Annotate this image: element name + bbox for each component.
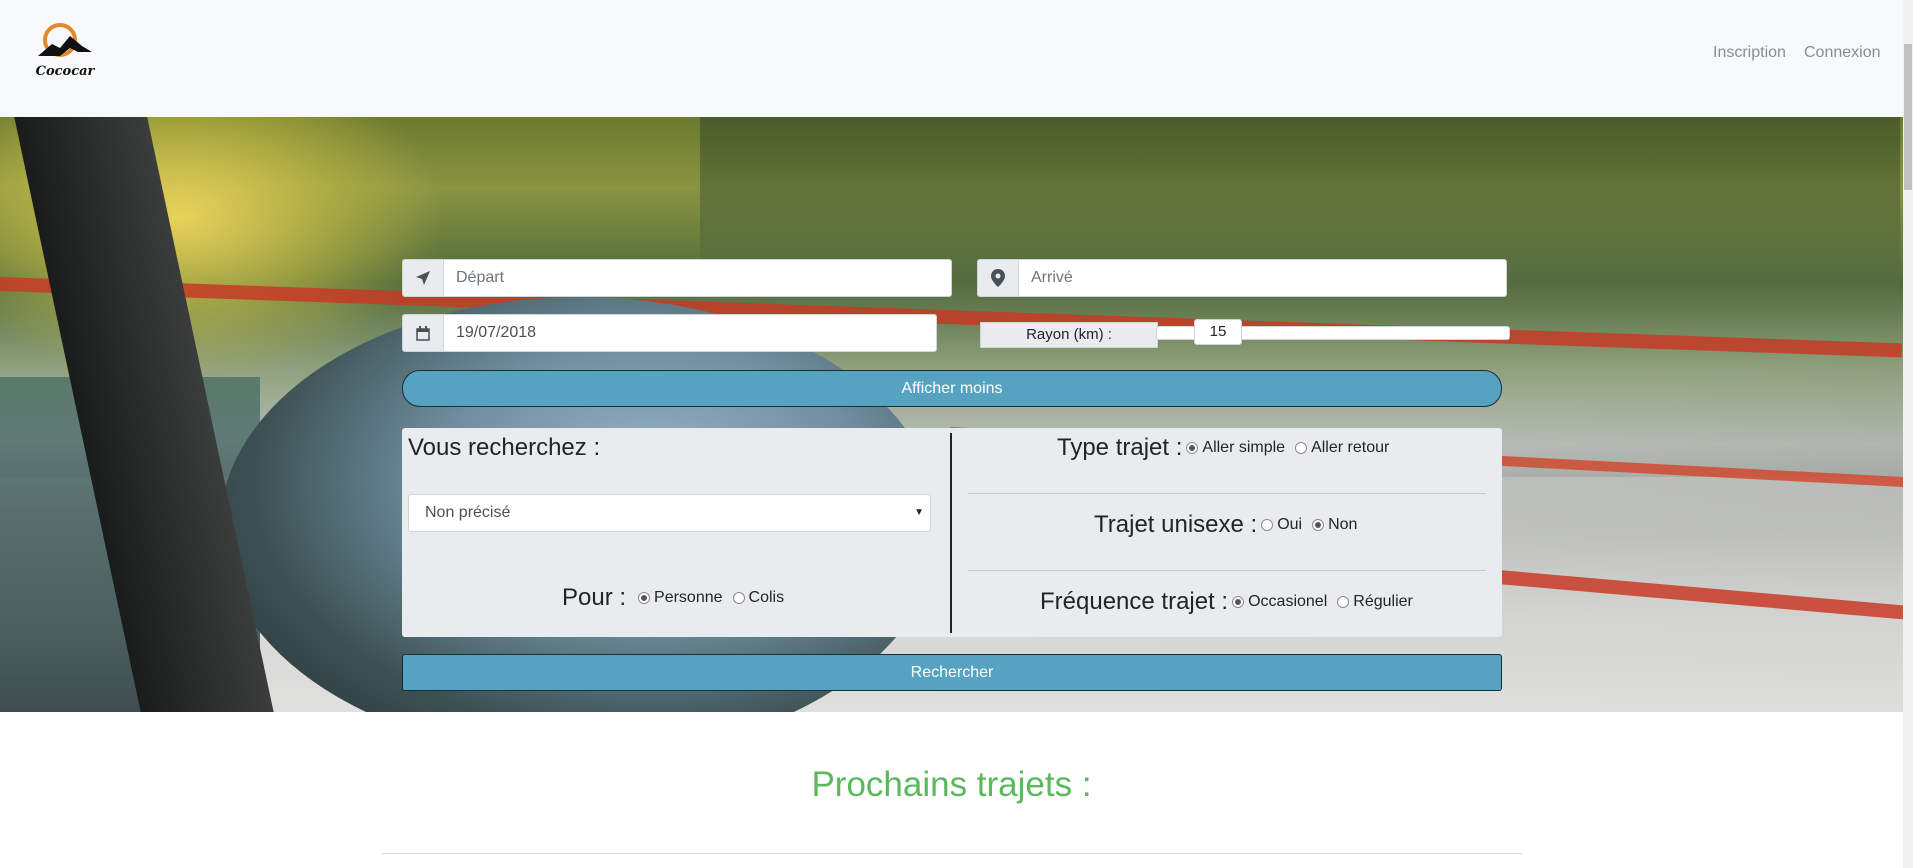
radio-aller-simple[interactable] xyxy=(1186,442,1199,454)
prochains-trajets-title: Prochains trajets : xyxy=(811,765,1092,804)
radio-occasionel[interactable] xyxy=(1232,596,1245,608)
panel-divider xyxy=(950,433,952,633)
chevron-down-icon: ▼ xyxy=(914,507,924,518)
scrollbar-thumb[interactable] xyxy=(1904,44,1912,190)
nav-connexion-link[interactable]: Connexion xyxy=(1804,44,1881,62)
type-trajet-label: Type trajet : xyxy=(1057,434,1183,461)
row-separator xyxy=(968,493,1486,494)
option-aller-simple[interactable]: Aller simple xyxy=(1202,439,1285,457)
unisexe-label: Trajet unisexe : xyxy=(1094,511,1258,538)
depart-input-group xyxy=(402,259,952,297)
date-input-group xyxy=(402,314,937,352)
brand-logo[interactable]: Cococar xyxy=(30,22,100,80)
arrive-input[interactable] xyxy=(1018,259,1507,297)
rayon-label: Rayon (km) : xyxy=(980,322,1158,348)
row-separator xyxy=(968,570,1486,571)
section-divider xyxy=(382,853,1522,854)
option-oui[interactable]: Oui xyxy=(1277,516,1302,534)
rayon-value[interactable]: 15 xyxy=(1194,319,1242,345)
calendar-icon xyxy=(402,314,443,352)
radio-aller-retour[interactable] xyxy=(1295,442,1308,454)
pour-row: Pour : Personne Colis xyxy=(562,584,792,612)
brand-name: Cococar xyxy=(35,64,95,79)
radio-colis[interactable] xyxy=(732,592,745,604)
advanced-filters-panel: Vous recherchez : Non précisé ▼ Pour : P… xyxy=(402,428,1502,637)
vous-recherchez-label: Vous recherchez : xyxy=(408,434,601,461)
vous-recherchez-select[interactable]: Non précisé ▼ xyxy=(408,494,931,532)
option-occasionel[interactable]: Occasionel xyxy=(1248,593,1327,611)
depart-input[interactable] xyxy=(443,259,952,297)
location-arrow-icon xyxy=(402,259,443,297)
option-colis[interactable]: Colis xyxy=(749,589,785,607)
select-value: Non précisé xyxy=(425,504,511,521)
option-aller-retour[interactable]: Aller retour xyxy=(1311,439,1389,457)
rechercher-button[interactable]: Rechercher xyxy=(402,654,1502,691)
afficher-moins-button[interactable]: Afficher moins xyxy=(402,370,1502,407)
radio-personne[interactable] xyxy=(638,592,651,604)
date-input[interactable] xyxy=(443,314,937,352)
map-marker-icon xyxy=(977,259,1018,297)
radio-non[interactable] xyxy=(1312,519,1325,531)
type-trajet-row: Type trajet : Aller simple Aller retour xyxy=(1057,434,1397,462)
option-regulier[interactable]: Régulier xyxy=(1353,593,1413,611)
logo-emblem-icon xyxy=(38,23,92,57)
arrive-input-group xyxy=(977,259,1507,297)
page-scrollbar[interactable] xyxy=(1903,0,1913,868)
radio-oui[interactable] xyxy=(1261,519,1274,531)
option-non[interactable]: Non xyxy=(1328,516,1357,534)
pour-label: Pour : xyxy=(562,584,627,611)
radio-regulier[interactable] xyxy=(1337,596,1350,608)
nav-inscription-link[interactable]: Inscription xyxy=(1713,44,1786,62)
frequence-label: Fréquence trajet : xyxy=(1040,588,1229,615)
frequence-row: Fréquence trajet : Occasionel Régulier xyxy=(1040,588,1421,616)
navbar: Cococar Inscription Connexion xyxy=(0,0,1903,117)
option-personne[interactable]: Personne xyxy=(654,589,723,607)
unisexe-row: Trajet unisexe : Oui Non xyxy=(1094,511,1365,539)
